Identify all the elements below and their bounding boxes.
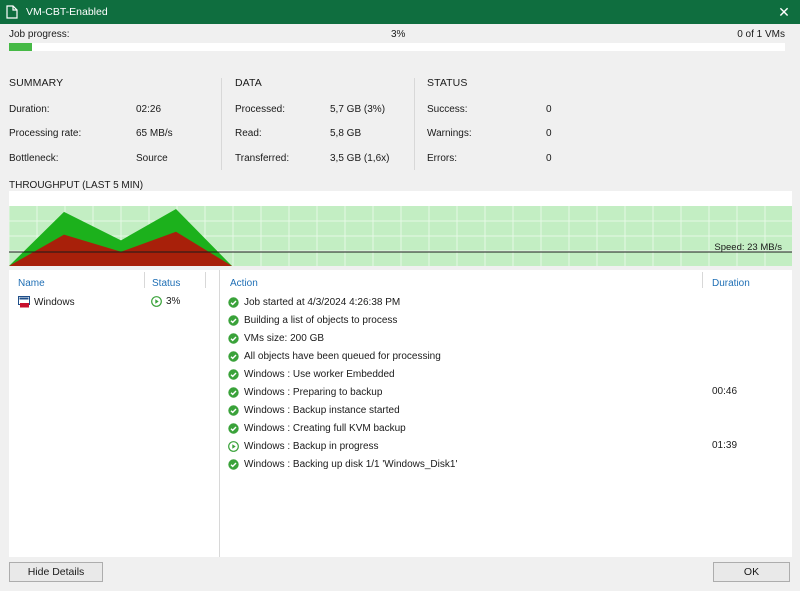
success-label: Success: [427, 104, 468, 115]
bottleneck-label: Bottleneck: [9, 153, 59, 164]
job-progress-percent: 3% [391, 29, 406, 40]
duration-label: Duration: [9, 104, 50, 115]
section-divider [221, 78, 222, 170]
processing-rate-label: Processing rate: [9, 128, 82, 139]
read-label: Read: [235, 128, 262, 139]
action-row[interactable]: VMs size: 200 GB [228, 331, 324, 345]
speed-label: Speed: 23 MB/s [714, 242, 782, 253]
errors-value: 0 [546, 153, 552, 164]
name-column-header[interactable]: Name [18, 278, 45, 289]
success-check-icon [228, 404, 239, 416]
action-text: VMs size: 200 GB [244, 332, 325, 344]
success-check-icon [228, 332, 239, 344]
errors-label: Errors: [427, 153, 457, 164]
action-text: All objects have been queued for process… [244, 350, 441, 362]
action-text: Job started at 4/3/2024 4:26:38 PM [244, 296, 401, 308]
warnings-value: 0 [546, 128, 552, 139]
action-text: Windows : Preparing to backup [244, 386, 383, 398]
title-bar: VM-CBT-Enabled ✕ [0, 0, 800, 24]
action-row[interactable]: Windows : Backing up disk 1/1 'Windows_D… [228, 457, 457, 471]
action-text: Windows : Backup instance started [244, 404, 400, 416]
action-text: Windows : Creating full KVM backup [244, 422, 406, 434]
action-text: Windows : Backup in progress [244, 440, 379, 452]
success-check-icon [228, 422, 239, 434]
vm-name: Windows [34, 296, 75, 308]
processed-label: Processed: [235, 104, 286, 115]
status-heading: STATUS [427, 77, 468, 89]
action-row[interactable]: Windows : Use worker Embedded [228, 367, 395, 381]
throughput-title: THROUGHPUT (LAST 5 MIN) [9, 180, 144, 191]
duration-column-header[interactable]: Duration [712, 278, 750, 289]
action-row[interactable]: Windows : Preparing to backup [228, 385, 382, 399]
job-progress-fill [9, 43, 33, 51]
read-value: 5,8 GB [330, 128, 362, 139]
success-check-icon [228, 296, 239, 308]
ok-button[interactable]: OK [713, 562, 790, 582]
job-progress-bar [9, 43, 785, 51]
vm-row-windows[interactable]: Windows [18, 296, 75, 308]
success-check-icon [228, 314, 239, 326]
vm-status-percent: 3% [166, 296, 181, 307]
job-progress-row: Job progress: 3% 0 of 1 VMs [9, 29, 785, 41]
throughput-chart: Speed: 23 MB/s [9, 191, 792, 266]
column-divider [702, 272, 703, 288]
bottleneck-value: Source [136, 153, 168, 164]
success-check-icon [228, 368, 239, 380]
success-check-icon [228, 458, 239, 470]
processed-value: 5,7 GB (3%) [330, 104, 386, 115]
warnings-label: Warnings: [427, 128, 472, 139]
action-column-header[interactable]: Action [230, 278, 258, 289]
action-row[interactable]: Windows : Backup in progress [228, 439, 379, 453]
action-row[interactable]: Windows : Backup instance started [228, 403, 400, 417]
action-row[interactable]: Job started at 4/3/2024 4:26:38 PM [228, 295, 400, 309]
vm-count: 0 of 1 VMs [737, 29, 785, 40]
action-row[interactable]: Windows : Creating full KVM backup [228, 421, 406, 435]
processing-rate-value: 65 MB/s [136, 128, 173, 139]
status-column-header[interactable]: Status [152, 278, 180, 289]
data-heading: DATA [235, 77, 262, 89]
action-duration: 00:46 [712, 386, 738, 397]
details-panel [9, 270, 792, 557]
window-title: VM-CBT-Enabled [26, 6, 108, 18]
success-check-icon [228, 386, 239, 398]
column-divider [144, 272, 145, 288]
transferred-value: 3,5 GB (1,6x) [330, 153, 390, 164]
action-row[interactable]: Building a list of objects to process [228, 313, 397, 327]
action-text: Windows : Use worker Embedded [244, 368, 395, 380]
vm-status: 3% [151, 296, 180, 307]
section-divider [414, 78, 415, 170]
success-value: 0 [546, 104, 552, 115]
panel-divider [219, 270, 220, 557]
vm-icon [18, 296, 30, 308]
action-row[interactable]: All objects have been queued for process… [228, 349, 441, 363]
hide-details-button[interactable]: Hide Details [9, 562, 103, 582]
success-check-icon [228, 350, 239, 362]
job-progress-label: Job progress: [9, 29, 70, 40]
summary-heading: SUMMARY [9, 77, 64, 89]
running-status-icon [228, 440, 239, 452]
close-icon[interactable]: ✕ [776, 4, 792, 20]
document-icon [6, 5, 18, 19]
action-text: Building a list of objects to process [244, 314, 398, 326]
action-duration: 01:39 [712, 440, 738, 451]
duration-value: 02:26 [136, 104, 162, 115]
transferred-label: Transferred: [235, 153, 290, 164]
running-status-icon [151, 296, 162, 307]
column-divider [205, 272, 206, 288]
action-text: Windows : Backing up disk 1/1 'Windows_D… [244, 458, 458, 470]
